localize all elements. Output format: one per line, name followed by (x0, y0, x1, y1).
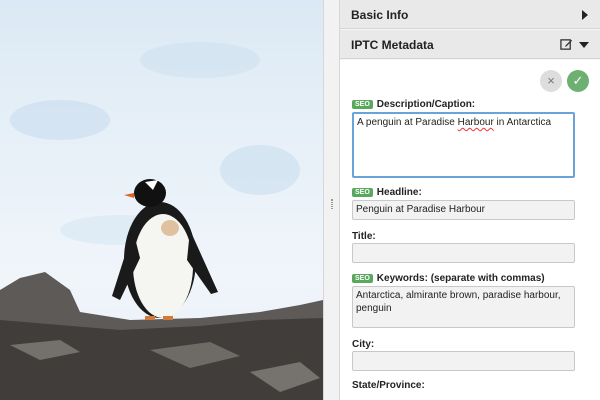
description-label: SEO Description/Caption: (352, 99, 475, 110)
edit-icon[interactable] (560, 38, 573, 51)
keywords-input[interactable]: Antarctica, almirante brown, paradise ha… (352, 286, 575, 328)
iptc-metadata-title: IPTC Metadata (351, 38, 434, 52)
penguin-photo (0, 0, 323, 400)
iptc-metadata-header[interactable]: IPTC Metadata (340, 30, 600, 59)
headline-input[interactable]: Penguin at Paradise Harbour (352, 200, 575, 220)
save-button[interactable]: ✓ (567, 70, 589, 92)
seo-badge: SEO (352, 100, 373, 109)
resize-divider[interactable] (323, 0, 340, 400)
drag-handle-icon[interactable] (331, 199, 333, 209)
chevron-down-icon[interactable] (579, 42, 589, 48)
basic-info-title: Basic Info (351, 8, 409, 22)
seo-badge: SEO (352, 274, 373, 283)
title-label: Title: (352, 231, 376, 242)
seo-badge: SEO (352, 188, 373, 197)
basic-info-header[interactable]: Basic Info (340, 0, 600, 29)
keywords-label: SEO Keywords: (separate with commas) (352, 273, 545, 284)
cancel-button[interactable]: × (540, 70, 562, 92)
metadata-panel: Basic Info IPTC Metadata × ✓ SEO Descript… (340, 0, 600, 400)
state-label: State/Province: (352, 380, 425, 391)
city-input[interactable] (352, 351, 575, 371)
chevron-right-icon[interactable] (582, 10, 588, 20)
headline-label: SEO Headline: (352, 187, 422, 198)
title-input[interactable] (352, 243, 575, 263)
city-label: City: (352, 339, 375, 350)
iptc-form: × ✓ SEO Description/Caption: A penguin at… (340, 60, 600, 400)
description-input[interactable]: A penguin at Paradise Harbour in Antarct… (352, 112, 575, 178)
